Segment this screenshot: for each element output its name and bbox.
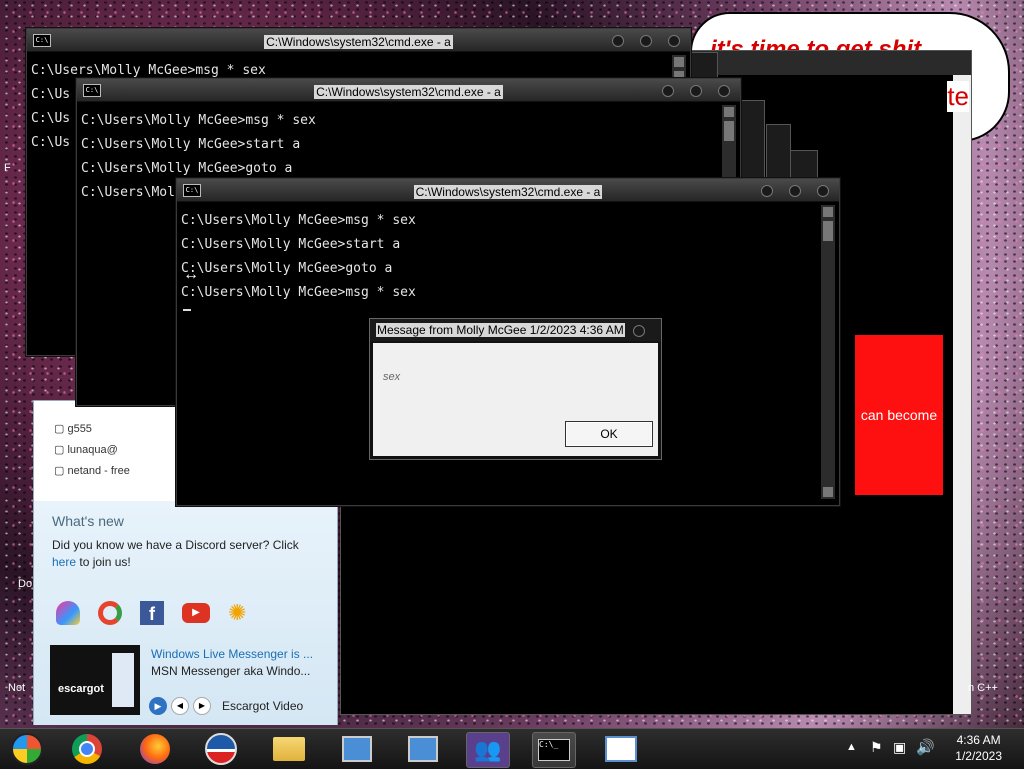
taskbar-network-app-2[interactable] — [402, 732, 444, 766]
contact-item[interactable]: ▢ netand - free — [54, 461, 130, 482]
minimize-button[interactable] — [662, 85, 674, 97]
maximize-button[interactable] — [640, 35, 652, 47]
window-title: C:\Windows\system32\cmd.exe - a — [413, 185, 603, 199]
text-cursor — [183, 309, 191, 311]
taskbar-chrome[interactable] — [66, 732, 108, 766]
banner-tail-text: te — [947, 81, 969, 112]
right-edge-label: n C++ — [968, 682, 998, 694]
social-icons-row: f ▶ ✺ — [56, 601, 252, 625]
maximize-button[interactable] — [690, 85, 702, 97]
ok-button[interactable]: OK — [565, 421, 653, 447]
firefox-icon — [140, 734, 170, 764]
network-icon[interactable]: ▣ — [893, 739, 906, 756]
contact-item[interactable]: ▢ g555 — [54, 419, 130, 440]
taskbar-firefox[interactable] — [134, 732, 176, 766]
news-title-link[interactable]: Windows Live Messenger is ... — [151, 647, 313, 661]
taskbar-file-explorer[interactable] — [268, 732, 310, 766]
volume-icon[interactable]: 🔊 — [916, 738, 935, 756]
window-title: C:\Windows\system32\cmd.exe - a — [314, 85, 503, 99]
title-bar[interactable]: C:\ C:\Windows\system32\cmd.exe - a — [177, 179, 839, 202]
whats-new-text: Did you know we have a Discord server? C… — [52, 538, 299, 569]
title-bar[interactable]: C:\ C:\Windows\system32\cmd.exe - a — [27, 29, 690, 52]
vertical-scrollbar[interactable] — [821, 205, 835, 499]
minimize-button[interactable] — [761, 185, 773, 197]
clock-date: 1/2/2023 — [955, 749, 1002, 763]
minimize-button[interactable] — [612, 35, 624, 47]
message-dialog[interactable]: Message from Molly McGee 1/2/2023 4:36 A… — [369, 318, 662, 460]
taskbar: 👥 C:\_ ▲ ⚑ ▣ 🔊 4:36 AM 1/2/2023 — [0, 728, 1024, 769]
window-icon — [605, 736, 637, 762]
messenger-butterfly-icon[interactable] — [56, 601, 80, 625]
window-title: C:\Windows\system32\cmd.exe - a — [264, 35, 453, 49]
previous-icon[interactable]: ◀ — [171, 697, 189, 715]
desktop-label: F — [4, 162, 11, 174]
o-logo-icon — [205, 733, 237, 765]
close-button[interactable] — [633, 325, 645, 337]
video-label: Escargot Video — [222, 699, 304, 713]
contact-list: ▢ g555 ▢ lunaqua@ ▢ netand - free — [54, 419, 130, 482]
dialog-title: Message from Molly McGee 1/2/2023 4:36 A… — [376, 323, 625, 337]
clock-time: 4:36 AM — [956, 733, 1001, 747]
desktop-label: Do — [18, 578, 33, 590]
close-button[interactable] — [718, 85, 730, 97]
network-computer-icon — [342, 736, 372, 762]
video-controls: ▶ ◀ ▶ — [149, 697, 211, 715]
console-output: C:\Users\Molly McGee>msg * sex C:\Users\M… — [181, 213, 416, 300]
folder-icon — [273, 737, 305, 761]
red-panel-text: can become — [860, 407, 938, 423]
maximize-button[interactable] — [789, 185, 801, 197]
taskbar-cmd[interactable]: C:\_ — [532, 732, 576, 768]
resize-cursor-icon: ↔ — [183, 266, 199, 283]
news-thumbnail[interactable]: escargot — [50, 645, 140, 715]
red-panel: can become — [855, 335, 943, 495]
discord-here-link[interactable]: here — [52, 555, 76, 569]
escargot-icon[interactable] — [98, 601, 122, 625]
news-subtitle: MSN Messenger aka Windo... — [151, 664, 311, 678]
youtube-icon[interactable]: ▶ — [182, 603, 210, 623]
messenger-people-icon: 👥 — [474, 737, 502, 762]
taskbar-window[interactable] — [600, 732, 642, 766]
taskbar-network-app[interactable] — [336, 732, 378, 766]
system-clock[interactable]: 4:36 AM 1/2/2023 — [955, 732, 1002, 764]
title-bar[interactable]: C:\ C:\Windows\system32\cmd.exe - a — [77, 79, 740, 102]
whats-new-panel: What's new Did you know we have a Discor… — [34, 501, 337, 725]
sun-icon[interactable]: ✺ — [228, 601, 252, 625]
network-computer-icon — [408, 736, 438, 762]
contact-item[interactable]: ▢ lunaqua@ — [54, 440, 130, 461]
windows-logo-icon — [11, 733, 43, 765]
cmd-icon: C:\_ — [538, 739, 570, 761]
flag-icon[interactable]: ⚑ — [870, 739, 883, 756]
close-button[interactable] — [668, 35, 680, 47]
chrome-icon — [72, 734, 102, 764]
play-icon[interactable]: ▶ — [149, 697, 167, 715]
close-button[interactable] — [817, 185, 829, 197]
start-button[interactable] — [6, 732, 48, 766]
dialog-body: sex OK — [373, 343, 658, 456]
whats-new-title: What's new — [52, 513, 124, 529]
escargot-logo-text: escargot — [58, 683, 104, 695]
dialog-message: sex — [383, 371, 401, 383]
show-hidden-icons[interactable]: ▲ — [846, 741, 857, 753]
taskbar-app[interactable] — [200, 732, 242, 766]
next-icon[interactable]: ▶ — [193, 697, 211, 715]
facebook-icon[interactable]: f — [140, 601, 164, 625]
taskbar-messenger[interactable]: 👥 — [466, 732, 510, 768]
desktop-label: Not — [8, 682, 26, 694]
dialog-title-bar[interactable]: Message from Molly McGee 1/2/2023 4:36 A… — [370, 319, 661, 341]
